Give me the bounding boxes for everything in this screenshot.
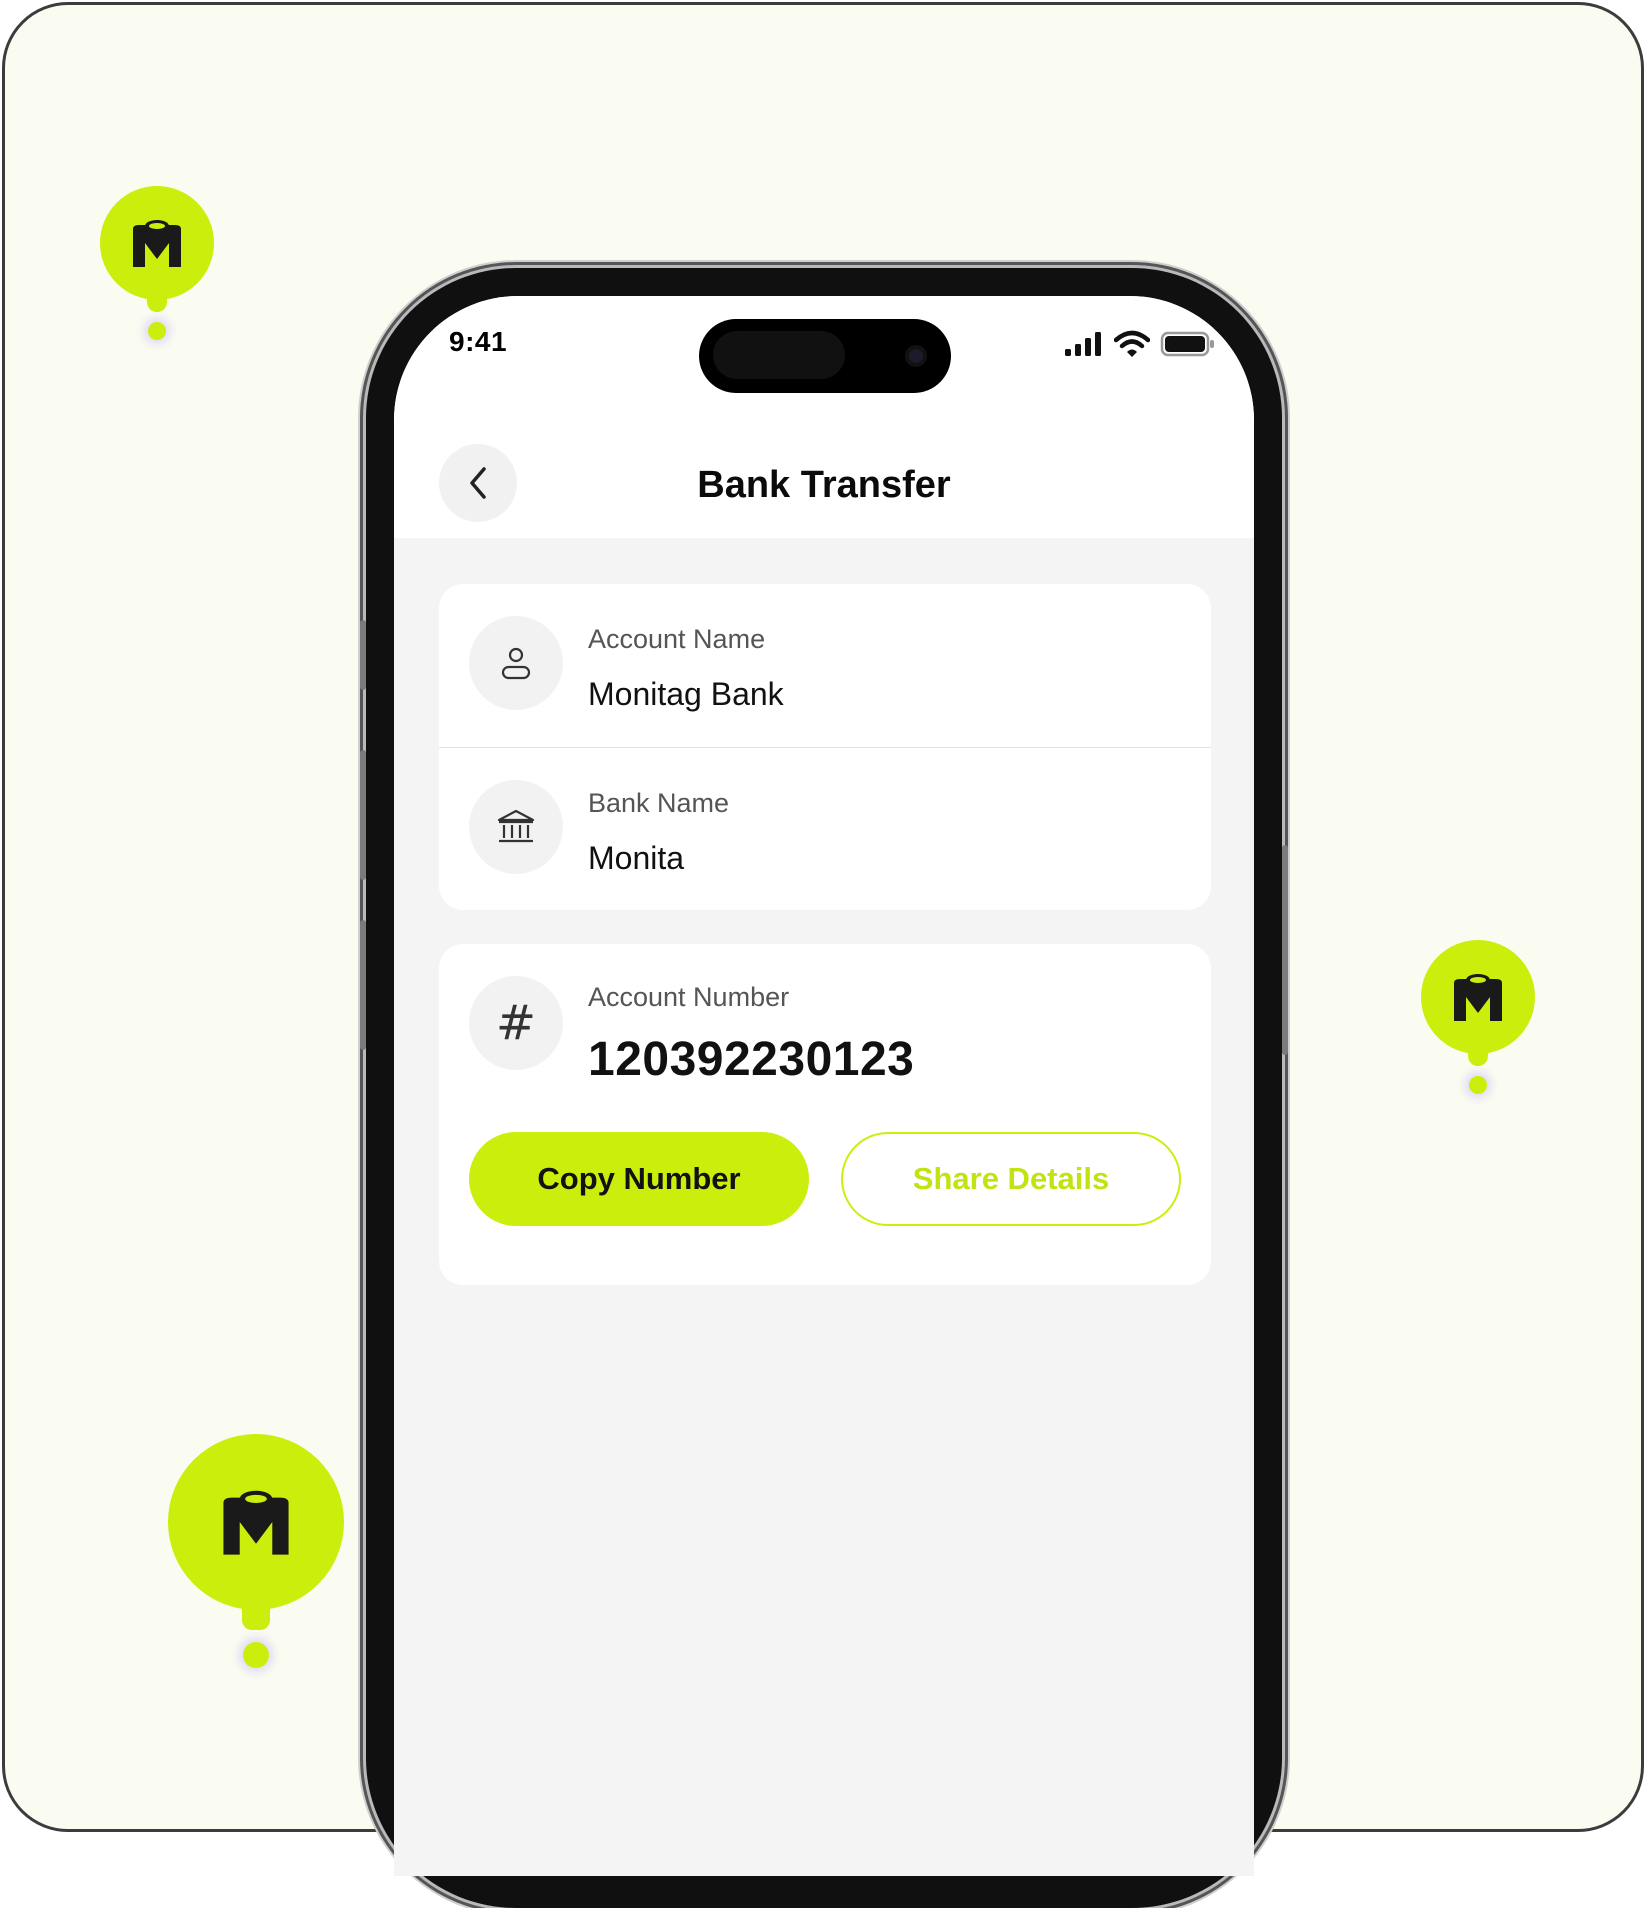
phone-screen: 9:41 Bank Transfer Account Name Monitag …	[394, 296, 1254, 1876]
status-time: 9:41	[449, 326, 508, 357]
wifi-icon	[1114, 330, 1150, 357]
volume-up-button	[360, 750, 366, 880]
bank-name-row: Bank Name Monita	[439, 748, 1211, 910]
status-icons	[1064, 330, 1216, 358]
camera-icon	[905, 345, 927, 367]
account-name-value: Monitag Bank	[588, 676, 784, 712]
bank-details-card: Account Name Monitag Bank Bank Name Moni…	[439, 584, 1211, 910]
battery-icon	[1160, 331, 1214, 357]
logo-pin-right	[1421, 940, 1537, 1100]
account-name-label: Account Name	[588, 624, 766, 654]
dynamic-island	[699, 319, 951, 393]
page-title: Bank Transfer	[697, 464, 951, 506]
volume-down-button	[360, 920, 366, 1050]
logo-pin-top-left	[100, 186, 216, 346]
hash-icon: #	[495, 995, 537, 1051]
top-bar: 9:41 Bank Transfer	[394, 296, 1254, 538]
action-button	[360, 620, 366, 690]
share-details-button[interactable]: Share Details	[841, 1132, 1181, 1226]
account-number-label: Account Number	[588, 982, 790, 1012]
hash-icon-circle: #	[469, 976, 563, 1070]
monitag-logo-icon	[223, 1490, 289, 1555]
copy-number-button[interactable]: Copy Number	[469, 1132, 809, 1226]
signal-icon	[1065, 332, 1101, 356]
user-icon	[501, 647, 531, 680]
monitag-logo-icon	[1454, 974, 1502, 1021]
monitag-logo-icon	[133, 220, 181, 267]
bank-icon-circle	[469, 780, 563, 874]
logo-pin-bottom-left	[168, 1434, 348, 1674]
bank-icon	[497, 809, 535, 843]
user-icon-circle	[469, 616, 563, 710]
account-name-row: Account Name Monitag Bank	[439, 584, 1211, 746]
bank-name-label: Bank Name	[588, 788, 730, 818]
account-number-value: 120392230123	[588, 1033, 915, 1086]
power-button	[1282, 845, 1288, 1055]
account-number-card: # Account Number 120392230123 Copy Numbe…	[439, 944, 1211, 1285]
bank-name-value: Monita	[588, 840, 685, 876]
